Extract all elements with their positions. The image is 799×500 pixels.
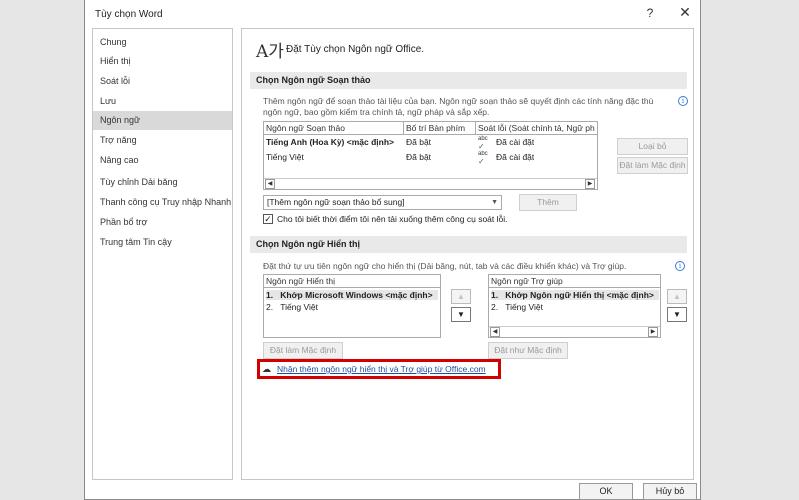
- sidebar-item-save[interactable]: Lưu: [93, 92, 232, 111]
- proofing-icon: abc ✓: [478, 134, 488, 150]
- proofing-cell: Đã cài đặt: [496, 137, 535, 147]
- sidebar-item-display[interactable]: Hiển thị: [93, 52, 232, 71]
- remove-button[interactable]: Loại bỏ: [617, 138, 688, 155]
- list-item-index: 1.: [266, 290, 274, 300]
- sidebar-item-trust-center[interactable]: Trung tâm Tin cậy: [93, 233, 232, 252]
- language-cell: Tiếng Việt: [266, 152, 304, 162]
- scroll-right-icon[interactable]: ▶: [585, 179, 595, 189]
- list-item-index: 2.: [266, 302, 274, 312]
- word-options-dialog: Tùy chọn Word ? ✕ Chung Hiển thị Soát lỗ…: [84, 0, 701, 500]
- list-item[interactable]: 2. Tiếng Việt: [491, 302, 543, 312]
- notify-proofing-label: Cho tôi biết thời điểm tôi nên tải xuống…: [277, 214, 508, 224]
- window-title: Tùy chọn Word: [95, 9, 163, 20]
- cloud-link-icon: ☁: [262, 364, 271, 374]
- cancel-button[interactable]: Hủy bỏ: [643, 483, 697, 500]
- horizontal-scrollbar[interactable]: ◀ ▶: [489, 326, 660, 337]
- editing-language-section-title: Chọn Ngôn ngữ Soạn thảo: [250, 72, 687, 89]
- sidebar-item-customize-ribbon[interactable]: Tùy chỉnh Dải băng: [93, 173, 232, 192]
- ok-button[interactable]: OK: [579, 483, 633, 500]
- office-languages-link[interactable]: Nhận thêm ngôn ngữ hiển thị và Trợ giúp …: [277, 364, 486, 374]
- list-item-label: Tiếng Việt: [280, 302, 318, 312]
- info-icon[interactable]: i: [678, 96, 688, 106]
- move-up-help-button[interactable]: ▲: [667, 289, 687, 304]
- keyboard-cell: Đã bật: [406, 137, 432, 147]
- info-icon[interactable]: i: [675, 261, 685, 271]
- chevron-down-icon: ▼: [491, 199, 498, 206]
- move-down-display-button[interactable]: ▼: [451, 307, 471, 322]
- check-icon: ✓: [478, 157, 485, 166]
- list-item[interactable]: 2. Tiếng Việt: [266, 302, 318, 312]
- scroll-left-icon[interactable]: ◀: [265, 179, 275, 189]
- display-language-description: Đặt thứ tự ưu tiên ngôn ngữ cho hiển thị…: [263, 261, 627, 271]
- editing-language-description: Thêm ngôn ngữ để soạn thảo tài liệu của …: [263, 96, 654, 117]
- set-default-help-button[interactable]: Đặt như Mặc định: [488, 342, 568, 359]
- sidebar-item-quick-access-toolbar[interactable]: Thanh công cụ Truy nhập Nhanh: [93, 193, 232, 212]
- language-cell: Tiếng Anh (Hoa Kỳ) <mặc định>: [266, 137, 394, 147]
- list-item[interactable]: 1. Khớp Ngôn ngữ Hiển thị <mặc định>: [491, 290, 659, 300]
- sidebar-item-add-ins[interactable]: Phần bổ trợ: [93, 213, 232, 232]
- language-icon: A가: [256, 42, 284, 62]
- sidebar-item-general[interactable]: Chung: [93, 33, 232, 52]
- list-item-index: 2.: [491, 302, 499, 312]
- list-item-index: 1.: [491, 290, 499, 300]
- help-list-header: Ngôn ngữ Trợ giúp: [489, 275, 660, 288]
- column-header-editing-language[interactable]: Ngôn ngữ Soạn thảo: [264, 122, 404, 135]
- scroll-left-icon[interactable]: ◀: [490, 327, 500, 337]
- list-item[interactable]: 1. Khớp Microsoft Windows <mặc định>: [266, 290, 438, 300]
- display-list-header: Ngôn ngữ Hiển thị: [264, 275, 440, 288]
- close-button[interactable]: ✕: [675, 4, 695, 24]
- move-down-help-button[interactable]: ▼: [667, 307, 687, 322]
- horizontal-scrollbar[interactable]: ◀ ▶: [264, 178, 597, 189]
- help-language-list[interactable]: Ngôn ngữ Trợ giúp 1. Khớp Ngôn ngữ Hiển …: [488, 274, 661, 338]
- set-default-display-button[interactable]: Đặt làm Mặc định: [263, 342, 343, 359]
- scroll-right-icon[interactable]: ▶: [648, 327, 658, 337]
- add-editing-language-select[interactable]: [Thêm ngôn ngữ soạn thảo bổ sung] ▼: [263, 195, 502, 210]
- notify-proofing-checkbox[interactable]: ✓: [263, 214, 273, 224]
- sidebar-item-advanced[interactable]: Nâng cao: [93, 151, 232, 170]
- help-button[interactable]: ?: [640, 6, 660, 24]
- sidebar-item-accessibility[interactable]: Trợ năng: [93, 131, 232, 150]
- sidebar-item-language[interactable]: Ngôn ngữ: [93, 111, 232, 130]
- proofing-icon: abc ✓: [478, 149, 488, 165]
- language-panel: A가 Đặt Tùy chọn Ngôn ngữ Office. Chọn Ng…: [241, 28, 694, 480]
- display-language-section-title: Chọn Ngôn ngữ Hiển thị: [250, 236, 687, 253]
- editing-languages-table: Ngôn ngữ Soạn thảo Bố trí Bàn phím Soát …: [263, 121, 598, 190]
- sidebar: Chung Hiển thị Soát lỗi Lưu Ngôn ngữ Trợ…: [92, 28, 233, 480]
- column-header-proofing[interactable]: Soát lỗi (Soát chính tả, Ngữ ph: [476, 122, 597, 135]
- display-language-list[interactable]: Ngôn ngữ Hiển thị 1. Khớp Microsoft Wind…: [263, 274, 441, 338]
- add-language-button[interactable]: Thêm: [519, 194, 577, 211]
- list-item-label: Tiếng Việt: [505, 302, 543, 312]
- column-header-keyboard-layout[interactable]: Bố trí Bàn phím: [404, 122, 476, 135]
- list-item-label: Khớp Ngôn ngữ Hiển thị <mặc định>: [505, 290, 654, 300]
- keyboard-cell: Đã bật: [406, 152, 432, 162]
- proofing-cell: Đã cài đặt: [496, 152, 535, 162]
- sidebar-item-proofing[interactable]: Soát lỗi: [93, 72, 232, 91]
- page-title: Đặt Tùy chọn Ngôn ngữ Office.: [286, 44, 425, 55]
- title-bar: Tùy chọn Word ? ✕: [85, 0, 700, 28]
- list-item-label: Khớp Microsoft Windows <mặc định>: [280, 290, 433, 300]
- select-value: [Thêm ngôn ngữ soạn thảo bổ sung]: [267, 197, 405, 207]
- set-default-editing-button[interactable]: Đặt làm Mặc định: [617, 157, 688, 174]
- move-up-display-button[interactable]: ▲: [451, 289, 471, 304]
